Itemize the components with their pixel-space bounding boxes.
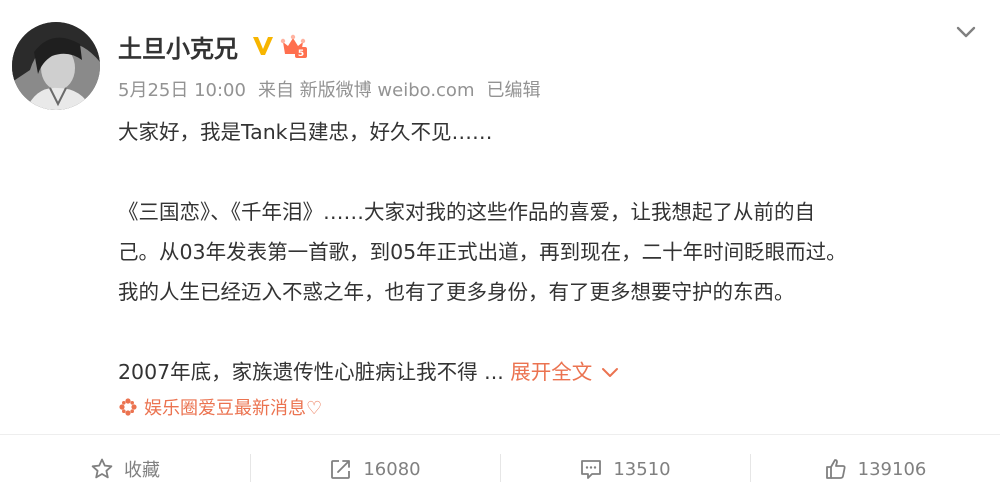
post-body: 大家好，我是Tank吕建忠，好久不见…… 《三国恋》、《千年泪》……大家对我的这… [118,112,980,392]
post-line: 大家好，我是Tank吕建忠，好久不见…… [118,120,493,144]
post-date[interactable]: 5月25日 10:00 [118,76,246,102]
repost-button[interactable]: 16080 [250,444,500,493]
edited-label[interactable]: 已编辑 [486,76,540,102]
expand-chevron-icon [602,368,619,377]
star-outline-icon [91,458,113,479]
like-button[interactable]: 139106 [750,444,1000,493]
flower-icon [119,398,137,416]
post-line: 《三国恋》、《千年泪》……大家对我的这些作品的喜爱，让我想起了从前的自 [118,200,815,224]
badge-level: 5 [298,49,304,59]
action-bar: 收藏 16080 13510 139106 [0,444,1000,493]
topic-link[interactable]: 娱乐圈爱豆最新消息♡ [118,394,322,420]
repost-count: 16080 [363,458,421,480]
truncated-text: 2007年底，家族遗传性心脏病让我不得 ... [118,360,504,384]
divider [0,434,1000,435]
expand-label: 展开全文 [510,360,593,384]
share-icon [331,460,351,479]
topic-label: 娱乐圈爱豆最新消息♡ [144,398,323,419]
username[interactable]: 土旦小克兄 [118,29,238,64]
post-line: 我的人生已经迈入不惑之年，也有了更多身份，有了更多想要守护的东西。 [118,280,795,304]
verified-v-icon[interactable] [250,33,276,59]
chevron-down-icon[interactable] [954,22,978,42]
post-line-truncated: 2007年底，家族遗传性心脏病让我不得 ... 展开全文 [118,352,980,392]
post-meta: 5月25日 10:00 来自 新版微博 weibo.com 已编辑 [118,76,552,102]
favorite-button[interactable]: 收藏 [0,444,250,493]
comment-icon [581,460,602,479]
thumbs-up-icon [825,459,846,479]
comment-button[interactable]: 13510 [500,444,750,493]
post-line: 己。从03年发表第一首歌，到05年正式出道，再到现在，二十年时间眨眼而过。 [118,240,847,264]
expand-full-text-link[interactable]: 展开全文 [510,360,620,384]
post-source: 来自 新版微博 weibo.com [257,80,475,101]
like-count: 139106 [857,458,927,480]
favorite-label: 收藏 [124,460,160,481]
user-avatar[interactable] [12,22,100,110]
comment-count: 13510 [613,458,671,480]
crown-level-5-icon[interactable]: 5 [280,32,308,60]
